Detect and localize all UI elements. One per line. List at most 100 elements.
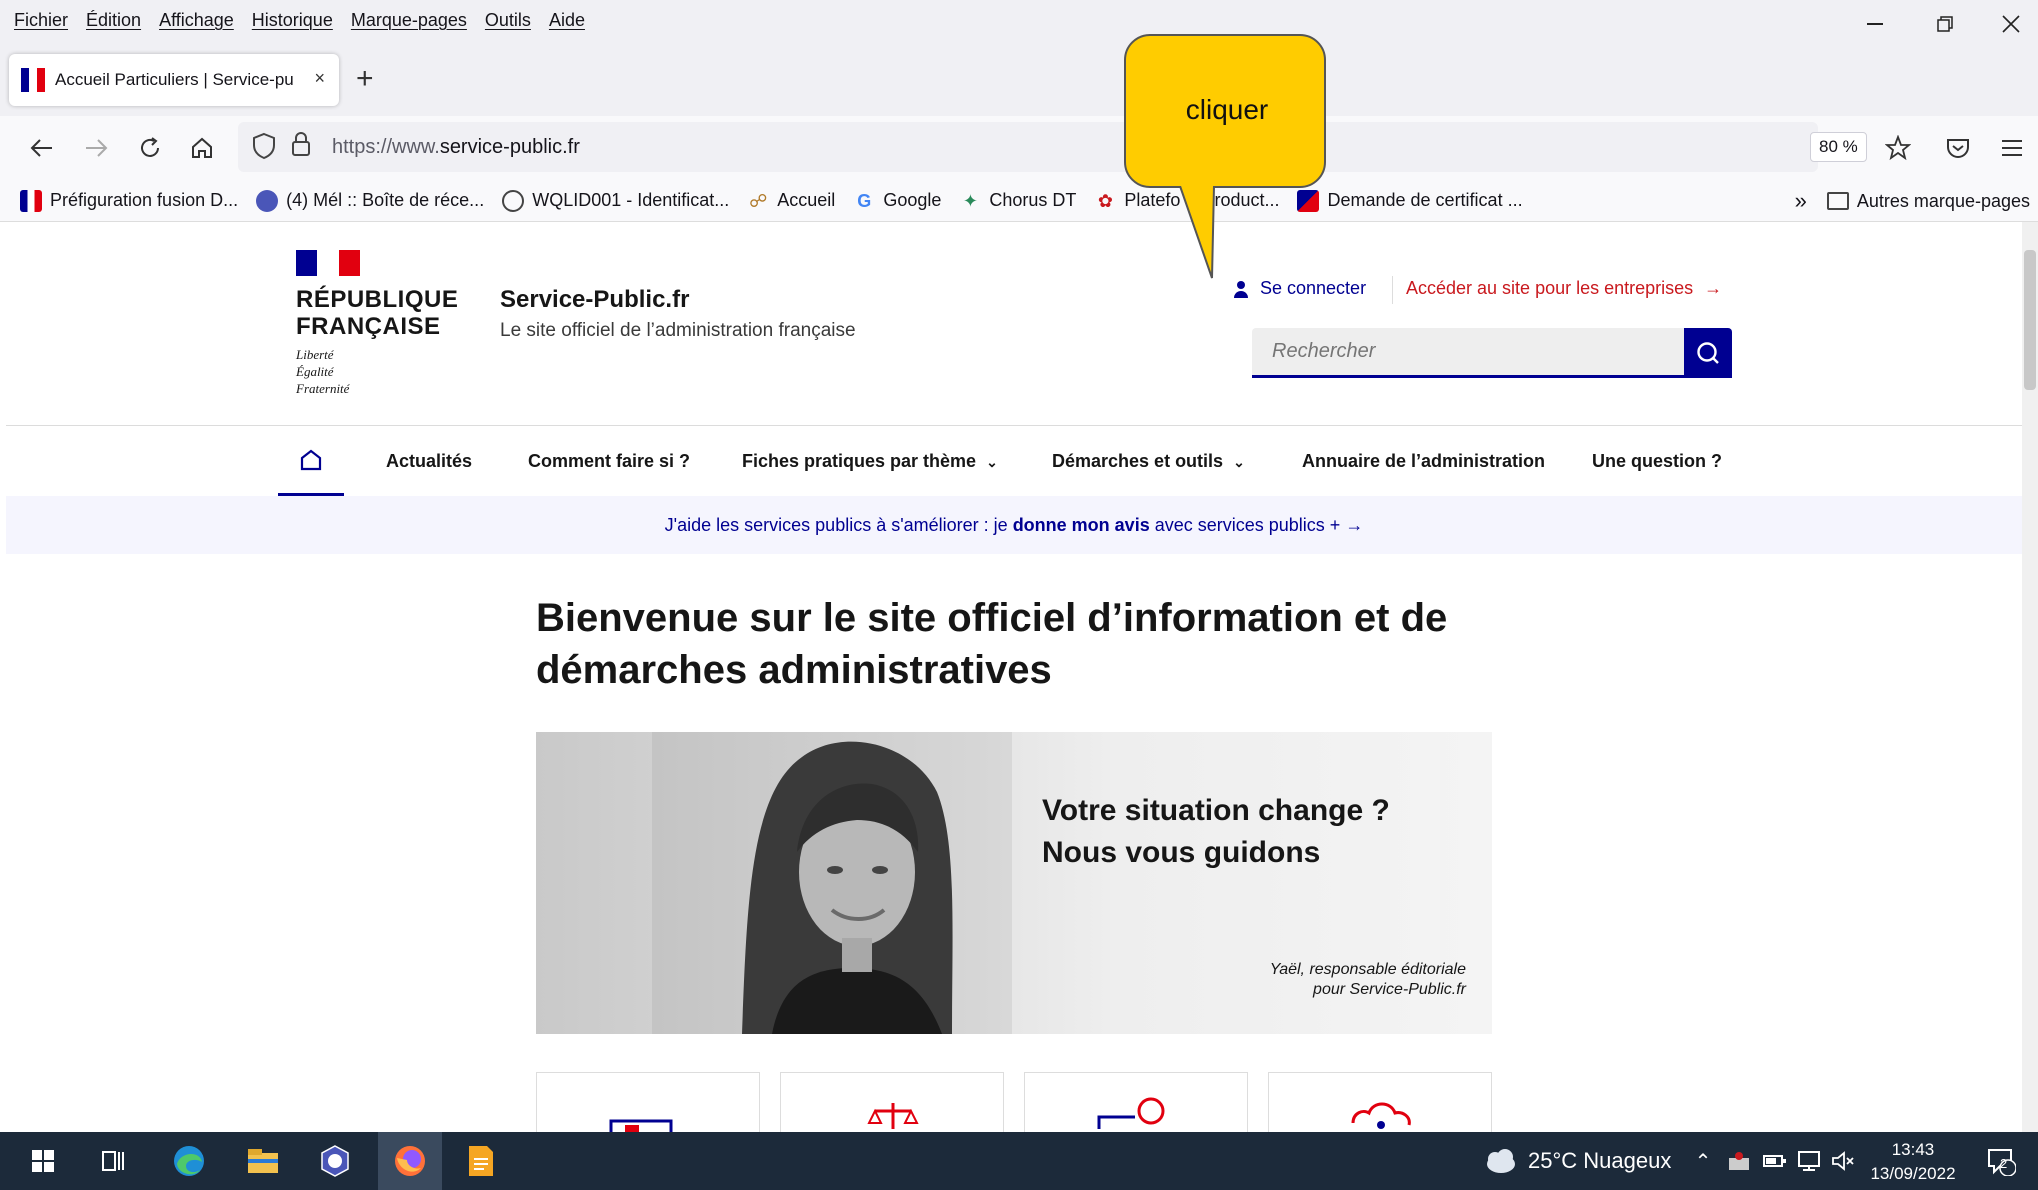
main-navigation: Actualités Comment faire si ? Fiches pra… [6,426,2022,496]
menu-marque-pages[interactable]: Marque-pages [351,10,467,31]
theme-card[interactable] [536,1072,760,1132]
rf-flag-icon [20,189,42,212]
bookmark-star-icon[interactable] [1880,130,1916,166]
task-view-icon[interactable] [94,1142,132,1180]
edge-icon[interactable] [170,1142,208,1180]
back-icon[interactable] [24,130,60,166]
bookmark-label: Google [883,190,942,210]
tab-title: Accueil Particuliers | Service-pu [55,70,294,89]
nav-fiches-pratiques-label: Fiches pratiques par thème [742,451,977,471]
other-bookmarks[interactable]: » Autres marque-pages [1795,188,2030,214]
menu-historique[interactable]: Historique [252,10,333,31]
menu-outils[interactable]: Outils [485,10,531,31]
chorus-icon: ✦ [962,190,978,211]
hero-heading: Votre situation change ? Nous vous guido… [1042,790,1442,874]
callout-pointer [1179,186,1215,279]
hamburger-menu-icon[interactable] [1994,130,2030,166]
url-domain: service-public.fr [439,136,580,158]
vpn-icon[interactable] [1720,1142,1758,1180]
other-bookmarks-label: Autres marque-pages [1856,190,2030,211]
bookmark-label: WQLID001 - Identificat... [532,190,730,210]
lock-icon[interactable] [290,130,312,165]
theme-card[interactable] [780,1072,1004,1132]
theme-card[interactable] [1024,1072,1248,1132]
chevron-right-double-icon[interactable]: » [1795,188,1807,214]
nav-annuaire[interactable]: Annuaire de l’administration [1302,426,1545,496]
system-clock[interactable]: 13:43 13/09/2022 [1868,1138,1958,1186]
new-tab-button[interactable]: + [356,62,374,96]
se-connecter-label: Se connecter [1260,278,1367,298]
menu-affichage[interactable]: Affichage [159,10,234,31]
rf-name-line-2: FRANÇAISE [296,313,441,340]
cloud-weather-icon[interactable] [1480,1142,1518,1180]
hero-banner[interactable]: Votre situation change ? Nous vous guido… [536,732,1492,1034]
rf-motto: Liberté Égalité Fraternité [296,346,458,397]
banner-text: J'aide les services publics à s'améliore… [664,515,1013,535]
tab-service-public[interactable]: Accueil Particuliers | Service-pu × [9,54,339,106]
se-connecter-link[interactable]: Se connecter [1234,278,1366,299]
bookmark-item[interactable]: (4) Mél :: Boîte de réce... [256,189,484,212]
reload-icon[interactable] [132,130,168,166]
bookmark-item[interactable]: ☍ Accueil [747,190,835,212]
menu-fichier[interactable]: Fichier [14,10,68,31]
url-text[interactable]: https://www.service-public.fr [332,136,580,159]
bookmark-item[interactable]: WQLID001 - Identificat... [502,189,730,212]
weather-text[interactable]: 25°C Nuageux [1528,1148,1671,1174]
accueil-icon: ☍ [749,190,768,211]
site-title[interactable]: Service-Public.fr [500,286,689,314]
shield-icon[interactable] [252,132,276,167]
theme-card[interactable] [1268,1072,1492,1132]
nav-comment-faire-si[interactable]: Comment faire si ? [528,426,690,496]
chevron-down-icon: ⌄ [1233,454,1245,470]
file-explorer-icon[interactable] [244,1142,282,1180]
nav-actualites[interactable]: Actualités [386,426,472,496]
acceder-entreprises-link[interactable]: Accéder au site pour les entreprises → [1406,278,1722,299]
bookmarks-bar: Préfiguration fusion D... (4) Mél :: Boî… [0,180,2038,222]
rf-name-line-1: RÉPUBLIQUE [296,286,459,313]
motto-egalite: Égalité [296,364,334,379]
chevron-up-icon[interactable]: ⌃ [1684,1142,1722,1180]
notification-center-icon[interactable]: 2 [1982,1142,2020,1180]
motto-fraternite: Fraternité [296,381,350,396]
banner-text-bold: donne mon avis [1012,515,1150,535]
mel-app-icon[interactable] [316,1142,354,1180]
republique-francaise-logo[interactable]: RÉPUBLIQUE FRANÇAISE Liberté Égalité Fra… [296,250,458,397]
arrow-right-icon: → [1704,278,1723,298]
balance-icon [867,1103,919,1129]
document-app-icon[interactable] [462,1142,500,1180]
caption-line-2: pour Service-Public.fr [1313,981,1466,998]
search-input[interactable] [1252,328,1684,378]
windows-start-icon[interactable] [24,1142,62,1180]
volume-muted-icon[interactable] [1824,1142,1862,1180]
tab-close-icon[interactable]: × [314,68,325,89]
network-icon[interactable] [1790,1142,1828,1180]
bookmark-item[interactable]: ✦ Chorus DT [959,190,1077,212]
bookmark-item[interactable]: Demande de certificat ... [1297,189,1523,212]
caption-line-1: Yaël, responsable éditoriale [1269,961,1466,978]
scrollbar-thumb[interactable] [2024,250,2036,390]
menu-edition[interactable]: Édition [86,10,141,31]
nav-demarches-outils[interactable]: Démarches et outils ⌄ [1052,426,1245,496]
portrait-photo [652,732,1012,1034]
nav-home[interactable] [278,426,344,496]
windows-taskbar: 25°C Nuageux ⌃ 13:43 13/09/2022 2 [0,1132,2038,1190]
zoom-level[interactable]: 80 % [1810,132,1867,162]
home-icon[interactable] [184,130,220,166]
bookmark-item[interactable]: G Google [853,190,941,212]
nav-une-question[interactable]: Une question ? [1592,426,1722,496]
battery-icon[interactable] [1756,1142,1794,1180]
url-bar[interactable]: https://www.service-public.fr [238,122,1818,172]
nav-fiches-pratiques[interactable]: Fiches pratiques par thème ⌄ [742,426,998,496]
avis-banner[interactable]: J'aide les services publics à s'améliore… [6,496,2022,554]
pocket-icon[interactable] [1940,130,1976,166]
web-page: RÉPUBLIQUE FRANÇAISE Liberté Égalité Fra… [6,222,2022,1132]
menu-aide[interactable]: Aide [549,10,585,31]
clock-time: 13:43 [1891,1140,1935,1159]
theme-cards [536,1072,1496,1132]
user-icon [1234,280,1248,298]
search-button[interactable] [1684,328,1732,378]
bookmark-item[interactable]: Préfiguration fusion D... [20,189,238,212]
firefox-icon[interactable] [391,1142,429,1180]
notification-count: 2 [2000,1156,2008,1171]
forward-icon[interactable] [78,130,114,166]
